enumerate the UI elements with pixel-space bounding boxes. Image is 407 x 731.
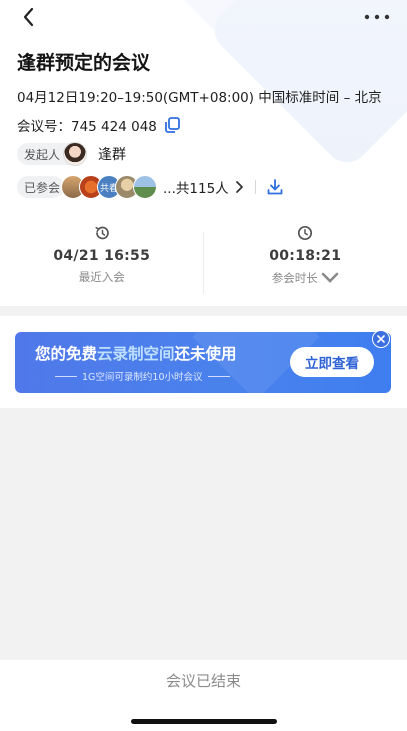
close-glyph xyxy=(377,335,385,343)
banner-title-part1: 您的免费 xyxy=(35,345,98,363)
banner-title-highlight: 云录制空间 xyxy=(97,345,175,363)
duration-dropdown[interactable]: 参会时长 xyxy=(272,269,339,287)
chevron-down-icon xyxy=(321,272,339,283)
history-clock-icon xyxy=(95,226,109,240)
host-avatar[interactable] xyxy=(63,142,87,166)
copy-icon[interactable] xyxy=(163,116,181,134)
recent-join-label: 最近入会 xyxy=(78,270,125,284)
banner-title: 您的免费云录制空间还未使用 xyxy=(35,342,237,364)
footer-bar: 会议已结束 xyxy=(0,660,407,731)
divider xyxy=(55,375,77,377)
close-icon[interactable] xyxy=(372,330,390,348)
meeting-id-value: 745 424 048 xyxy=(71,119,157,135)
duration-label: 参会时长 xyxy=(271,271,318,285)
meeting-stats: 04/21 16:55 最近入会 00:18:21 参会时长 xyxy=(0,224,407,294)
meeting-id-row: 会议号：745 424 048 xyxy=(17,115,181,135)
duration-value: 00:18:21 xyxy=(269,248,342,264)
home-indicator[interactable] xyxy=(131,719,277,724)
meeting-id-text: 会议号：745 424 048 xyxy=(17,115,157,135)
host-name: 逢群 xyxy=(98,147,127,163)
host-row: 发起人 逢群 xyxy=(17,142,126,166)
meeting-detail-header: 逢群预定的会议 04月12日19:20–19:50(GMT+08:00) 中国标… xyxy=(0,0,407,306)
divider xyxy=(203,232,204,294)
banner-subtitle-text: 1G空间可录制约10小时会议 xyxy=(82,372,203,383)
stat-recent-join: 04/21 16:55 最近入会 xyxy=(0,224,204,294)
promo-section: 您的免费云录制空间还未使用 1G空间可录制约10小时会议 立即查看 xyxy=(0,316,407,408)
meeting-id-label: 会议号： xyxy=(17,119,71,135)
banner-title-part2: 还未使用 xyxy=(174,345,237,363)
recent-join-time: 04/21 16:55 xyxy=(53,248,151,264)
meeting-time: 04月12日19:20–19:50(GMT+08:00) 中国标准时间 – 北京 xyxy=(17,90,382,106)
attendees-row[interactable]: 已参会 共春 ...共115人 xyxy=(17,175,284,199)
avatar xyxy=(133,175,158,199)
divider xyxy=(254,180,256,194)
divider xyxy=(207,375,230,377)
attendees-tag: 已参会 xyxy=(17,176,65,198)
download-icon[interactable] xyxy=(266,178,284,196)
attendee-avatars[interactable]: 共春 xyxy=(61,175,158,199)
cloud-recording-banner[interactable]: 您的免费云录制空间还未使用 1G空间可录制约10小时会议 立即查看 xyxy=(15,332,391,393)
attendee-count[interactable]: ...共115人 xyxy=(163,177,229,197)
chevron-left-icon[interactable] xyxy=(16,4,46,30)
stat-duration: 00:18:21 参会时长 xyxy=(204,224,407,294)
meeting-title: 逢群预定的会议 xyxy=(17,52,151,74)
clock-icon xyxy=(298,225,313,241)
banner-subtitle: 1G空间可录制约10小时会议 xyxy=(55,369,230,383)
more-horizontal-icon[interactable] xyxy=(361,6,393,28)
view-now-button[interactable]: 立即查看 xyxy=(290,347,374,377)
meeting-ended-status: 会议已结束 xyxy=(165,672,241,690)
chevron-right-icon[interactable] xyxy=(235,180,245,194)
